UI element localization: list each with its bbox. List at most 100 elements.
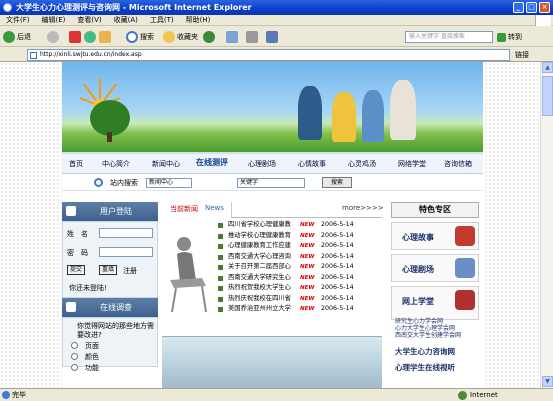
tree-trunk bbox=[107, 132, 112, 142]
news-title[interactable]: 关于召开第二届西部心 bbox=[228, 262, 296, 273]
poll-icon bbox=[66, 302, 76, 312]
nav-item-theater[interactable]: 心理剧场 bbox=[248, 159, 276, 169]
poll-title: 在线调查 bbox=[100, 303, 132, 312]
news-item[interactable]: 四川省学校心理健康教 NEW 2006-5-14 bbox=[218, 220, 382, 231]
scroll-down-icon[interactable]: ▼ bbox=[542, 376, 553, 387]
goto-arrow-icon bbox=[497, 32, 506, 42]
poll-radio[interactable] bbox=[71, 353, 78, 360]
nav-item-online-test[interactable]: 在线测评 bbox=[196, 158, 228, 168]
news-title[interactable]: 推动学校心理健康教育 bbox=[228, 231, 296, 242]
ie-status-icon bbox=[2, 391, 10, 399]
news-item[interactable]: 热烈祝贺我校大学生心 NEW 2006-5-14 bbox=[218, 283, 382, 294]
nav-item-news[interactable]: 新闻中心 bbox=[152, 159, 180, 169]
window-titlebar: 大学生心力心理测评与咨询网 - Microsoft Internet Explo… bbox=[0, 0, 553, 15]
new-badge: NEW bbox=[300, 222, 315, 228]
menu-help[interactable]: 帮助(H) bbox=[180, 15, 217, 26]
print-button[interactable] bbox=[246, 30, 260, 44]
goto-button[interactable]: 转到 bbox=[497, 30, 522, 44]
right-column: 特色专区 心理故事 心理剧场 网上学堂 研究生心力学会网 心力大学生心理学会网 … bbox=[387, 202, 483, 388]
printer-icon bbox=[246, 31, 258, 43]
news-item[interactable]: 热烈庆祝我校在四川省 NEW 2006-5-14 bbox=[218, 294, 382, 305]
minimize-button[interactable]: _ bbox=[513, 2, 524, 13]
login-title: 用户登陆 bbox=[100, 207, 132, 216]
site-search-button[interactable]: 搜索 bbox=[322, 177, 352, 188]
edit-button[interactable] bbox=[266, 30, 280, 44]
menu-file[interactable]: 文件(F) bbox=[0, 15, 36, 26]
login-status: 你还未登陆! bbox=[69, 284, 107, 292]
association-link[interactable]: 西南交大学生创建学会网 bbox=[395, 332, 483, 339]
feature-stories[interactable]: 心理故事 bbox=[391, 222, 479, 250]
back-button[interactable]: 后退 bbox=[3, 30, 31, 44]
site-search-row: 站内搜索 新闻中心 关键字 搜索 bbox=[62, 175, 483, 191]
toolbar-search-input[interactable]: 输入关键字 直接搜索 bbox=[405, 31, 493, 43]
menu-edit[interactable]: 编辑(E) bbox=[36, 15, 72, 26]
news-title[interactable]: 西南交通大学研究生心 bbox=[228, 273, 296, 284]
scroll-up-icon[interactable]: ▲ bbox=[542, 62, 553, 73]
name-input[interactable] bbox=[99, 228, 153, 238]
register-link[interactable]: 注册 bbox=[123, 266, 137, 276]
search-keyword-input[interactable]: 关键字 bbox=[237, 178, 305, 188]
nav-item-mailbox[interactable]: 咨询信箱 bbox=[444, 159, 472, 169]
home-button[interactable] bbox=[99, 30, 113, 44]
search-icon bbox=[94, 178, 103, 187]
nav-item-stories[interactable]: 心情故事 bbox=[298, 159, 326, 169]
maximize-button[interactable]: □ bbox=[526, 2, 537, 13]
news-date: 2006-5-14 bbox=[321, 252, 354, 260]
poll-option: 页面 bbox=[85, 342, 99, 350]
forward-button[interactable] bbox=[47, 30, 61, 44]
student-figure bbox=[362, 90, 384, 142]
password-input[interactable] bbox=[99, 247, 153, 257]
poll-box: 你觉得网站的那些地方需要改进? 页面 颜色 功能 bbox=[62, 317, 158, 372]
news-title[interactable]: 西南交通大学心理咨询 bbox=[228, 252, 296, 263]
news-item[interactable]: 西南交通大学研究生心 NEW 2006-5-14 bbox=[218, 273, 382, 284]
nav-item-home[interactable]: 首页 bbox=[69, 159, 83, 169]
refresh-icon bbox=[84, 31, 96, 43]
close-button[interactable]: × bbox=[539, 2, 550, 13]
feature-classroom[interactable]: 网上学堂 bbox=[391, 286, 479, 320]
links-label[interactable]: 链接 bbox=[515, 49, 529, 61]
news-title[interactable]: 美国乔治亚州州立大学 bbox=[228, 304, 296, 315]
login-submit-button[interactable]: 提交 bbox=[67, 265, 85, 275]
consult-site-link[interactable]: 大学生心力咨询网 bbox=[395, 346, 455, 357]
news-title[interactable]: 热烈祝贺我校大学生心 bbox=[228, 283, 296, 294]
news-item[interactable]: 关于召开第二届西部心 NEW 2006-5-14 bbox=[218, 262, 382, 273]
news-title[interactable]: 热烈庆祝我校在四川省 bbox=[228, 294, 296, 305]
association-link[interactable]: 研究生心力学会网 bbox=[395, 318, 483, 325]
address-input[interactable]: http://xinli.swjtu.edu.cn/index.asp bbox=[27, 49, 510, 61]
scroll-thumb[interactable] bbox=[542, 76, 553, 116]
nav-item-soup[interactable]: 心灵鸡汤 bbox=[348, 159, 376, 169]
nav-item-classroom[interactable]: 网络学堂 bbox=[398, 159, 426, 169]
news-item[interactable]: 心理健康教育工作应建 NEW 2006-5-14 bbox=[218, 241, 382, 252]
news-item[interactable]: 推动学校心理健康教育 NEW 2006-5-14 bbox=[218, 231, 382, 242]
page-icon bbox=[30, 52, 37, 59]
new-badge: NEW bbox=[300, 274, 315, 281]
nav-item-about[interactable]: 中心简介 bbox=[102, 159, 130, 169]
feature-theater[interactable]: 心理剧场 bbox=[391, 254, 479, 282]
news-item[interactable]: 美国乔治亚州州立大学 NEW 2006-5-14 bbox=[218, 304, 382, 315]
news-tab[interactable]: 当前新闻 News bbox=[162, 202, 232, 218]
news-date: 2006-5-14 bbox=[321, 273, 354, 281]
login-reset-button[interactable]: 重填 bbox=[99, 265, 117, 275]
stop-button[interactable] bbox=[69, 30, 83, 44]
news-title[interactable]: 心理健康教育工作应建 bbox=[228, 241, 296, 252]
news-title[interactable]: 四川省学校心理健康教 bbox=[228, 220, 296, 231]
news-more-link[interactable]: more>>>> bbox=[342, 204, 384, 212]
news-item[interactable]: 西南交通大学心理咨询 NEW 2006-5-14 bbox=[218, 252, 382, 263]
poll-radio[interactable] bbox=[71, 342, 78, 349]
refresh-button[interactable] bbox=[84, 30, 98, 44]
association-link[interactable]: 心力大学生心理学会网 bbox=[395, 325, 483, 332]
login-box: 姓 名 密 码 提交 重填 注册 你还未登陆! bbox=[62, 221, 158, 298]
vertical-scrollbar[interactable]: ▲ ▼ bbox=[540, 62, 553, 388]
mail-button[interactable] bbox=[226, 30, 240, 44]
search-button[interactable]: 搜索 bbox=[126, 30, 154, 44]
menu-favorites[interactable]: 收藏(A) bbox=[108, 15, 144, 26]
new-badge: NEW bbox=[300, 295, 315, 302]
favorites-button[interactable]: 收藏夹 bbox=[163, 30, 198, 44]
back-arrow-icon bbox=[3, 31, 15, 43]
menu-tools[interactable]: 工具(T) bbox=[144, 15, 180, 26]
poll-radio[interactable] bbox=[71, 364, 78, 371]
menu-view[interactable]: 查看(V) bbox=[71, 15, 107, 26]
search-scope-select[interactable]: 新闻中心 bbox=[146, 178, 192, 188]
history-button[interactable] bbox=[203, 30, 217, 44]
video-link[interactable]: 心理学生在线视听 bbox=[395, 362, 455, 373]
